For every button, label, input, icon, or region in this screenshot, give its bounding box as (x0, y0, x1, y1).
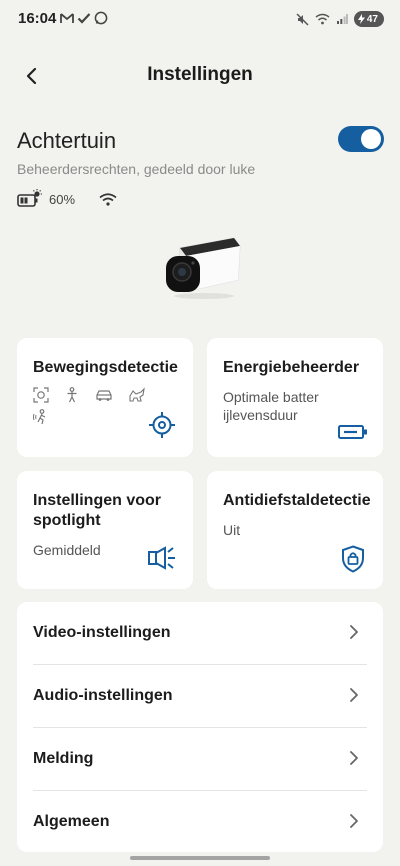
wifi-icon (99, 192, 117, 206)
header: Instellingen (0, 56, 400, 96)
battery-icon (338, 425, 367, 439)
device-status: 60% (17, 189, 117, 209)
card-title-line: spotlight (33, 512, 101, 529)
list-item-video-settings[interactable]: Video-instellingen (33, 602, 367, 665)
signal-icon (336, 14, 348, 24)
battery-percentage: 60% (49, 191, 76, 207)
card-desc: Uit (223, 522, 241, 538)
chevron-right-icon (350, 625, 358, 639)
card-desc: Gemiddeld (33, 542, 101, 558)
crosshair-icon (149, 412, 175, 438)
card-title-line: Instellingen voor (33, 492, 162, 509)
device-power-toggle[interactable] (338, 126, 384, 152)
status-time: 16:04 (18, 10, 57, 27)
chevron-right-icon (350, 688, 358, 702)
wifi-icon (315, 13, 330, 25)
gmail-icon (60, 13, 74, 23)
spotlight-icon (148, 546, 175, 570)
shield-lock-icon (342, 545, 364, 573)
list-item-audio-settings[interactable]: Audio-instellingen (33, 665, 367, 728)
list-item-label: Melding (33, 750, 94, 767)
device-name: Achtertuin (17, 128, 117, 153)
page-title: Instellingen (147, 64, 253, 85)
card-title: Energiebeheerder (223, 359, 360, 376)
status-bar: 16:04 47 (0, 0, 400, 38)
card-title: Antidiefstaldetectie (223, 492, 371, 509)
mute-icon (296, 12, 309, 26)
card-title: Bewegingsdetectie (33, 359, 178, 376)
motion-person-icon (33, 409, 46, 425)
card-motion-detection[interactable]: Bewegingsdetectie (17, 338, 193, 457)
face-detect-icon (33, 387, 49, 403)
list-item-notification[interactable]: Melding (33, 728, 367, 791)
device-permissions: Beheerdersrechten, gedeeld door luke (17, 161, 256, 177)
battery-solar-icon (17, 189, 42, 207)
card-desc-line: Optimale batter (223, 389, 319, 405)
toggle-knob (361, 129, 381, 149)
camera-image (166, 237, 241, 299)
chevron-right-icon (350, 751, 358, 765)
status-battery-level: 47 (366, 13, 378, 25)
whatsapp-icon (94, 11, 108, 25)
list-item-label: Algemeen (33, 813, 110, 830)
card-spotlight-settings[interactable]: Instellingen voor spotlight Gemiddeld (17, 471, 193, 589)
home-indicator[interactable] (130, 856, 270, 860)
list-item-label: Audio-instellingen (33, 687, 173, 704)
card-energy-manager[interactable]: Energiebeheerder Optimale batter ijleven… (207, 338, 383, 457)
check-icon (77, 13, 91, 24)
card-antitheft-detection[interactable]: Antidiefstaldetectie Uit (207, 471, 383, 589)
battery-charging-icon: 47 (353, 11, 384, 27)
card-desc-line: ijlevensduur (223, 407, 298, 423)
list-item-general[interactable]: Algemeen (33, 791, 367, 852)
vehicle-icon (96, 390, 112, 401)
settings-list: Video-instellingen Audio-instellingen Me… (17, 602, 383, 852)
chevron-right-icon (350, 814, 358, 828)
pet-icon (129, 387, 145, 402)
list-item-label: Video-instellingen (33, 624, 171, 641)
person-icon (67, 387, 77, 403)
